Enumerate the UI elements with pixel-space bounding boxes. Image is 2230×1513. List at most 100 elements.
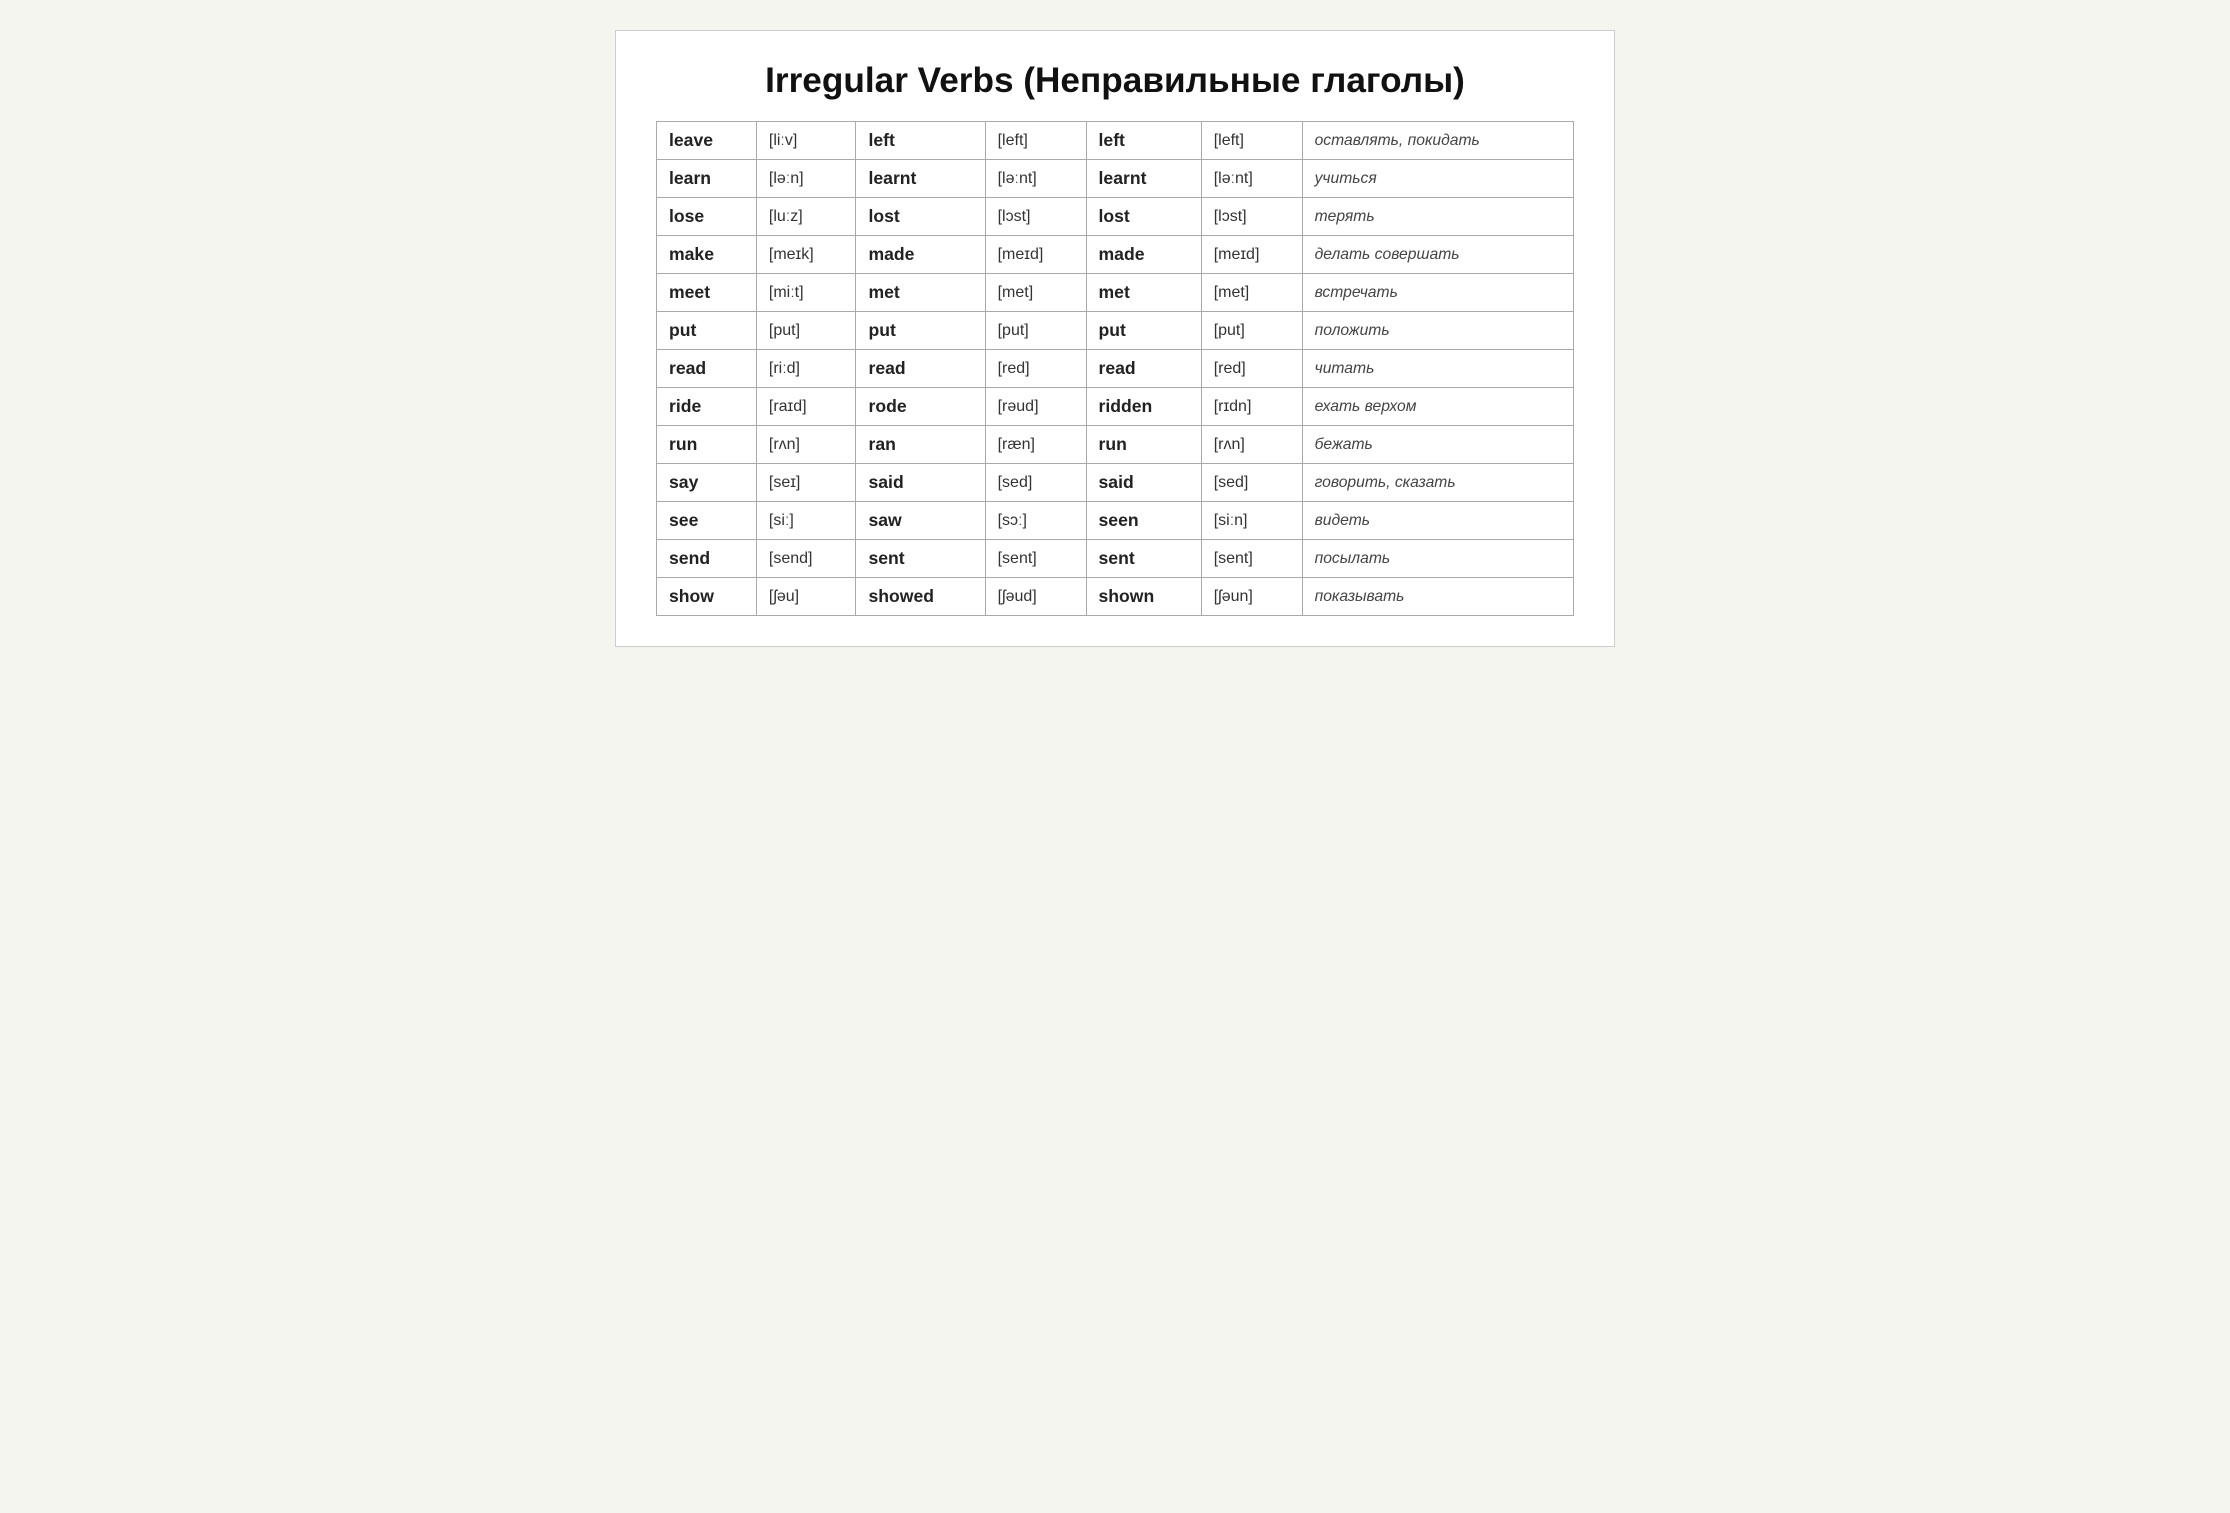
past-simple: showed [856, 578, 985, 616]
past-participle-phonetic: [red] [1201, 350, 1302, 388]
translation: показывать [1302, 578, 1573, 616]
past-simple-phonetic: [left] [985, 122, 1086, 160]
base-phonetic: [send] [756, 540, 856, 578]
translation: оставлять, покидать [1302, 122, 1573, 160]
page-title: Irregular Verbs (Неправильные глаголы) [656, 61, 1574, 101]
base-verb: see [657, 502, 757, 540]
past-participle: said [1086, 464, 1201, 502]
past-simple-phonetic: [ʃəud] [985, 578, 1086, 616]
past-simple: lost [856, 198, 985, 236]
past-simple-phonetic: [ləːnt] [985, 160, 1086, 198]
past-participle: made [1086, 236, 1201, 274]
base-phonetic: [riːd] [756, 350, 856, 388]
table-row: leave [liːv] left [left] left [left] ост… [657, 122, 1574, 160]
table-row: make [meɪk] made [meɪd] made [meɪd] дела… [657, 236, 1574, 274]
table-row: show [ʃəu] showed [ʃəud] shown [ʃəun] по… [657, 578, 1574, 616]
verbs-table: leave [liːv] left [left] left [left] ост… [656, 121, 1574, 616]
past-simple: met [856, 274, 985, 312]
table-row: send [send] sent [sent] sent [sent] посы… [657, 540, 1574, 578]
past-participle: learnt [1086, 160, 1201, 198]
past-participle-phonetic: [siːn] [1201, 502, 1302, 540]
translation: ехать верхом [1302, 388, 1573, 426]
base-phonetic: [raɪd] [756, 388, 856, 426]
table-row: ride [raɪd] rode [rəud] ridden [rɪdn] ех… [657, 388, 1574, 426]
past-simple: saw [856, 502, 985, 540]
base-phonetic: [siː] [756, 502, 856, 540]
past-simple-phonetic: [lɔst] [985, 198, 1086, 236]
past-participle: read [1086, 350, 1201, 388]
past-participle: put [1086, 312, 1201, 350]
past-simple-phonetic: [meɪd] [985, 236, 1086, 274]
base-phonetic: [miːt] [756, 274, 856, 312]
page-container: Irregular Verbs (Неправильные глаголы) l… [615, 30, 1615, 647]
past-simple: rode [856, 388, 985, 426]
base-verb: send [657, 540, 757, 578]
past-simple: said [856, 464, 985, 502]
past-participle-phonetic: [met] [1201, 274, 1302, 312]
table-row: learn [ləːn] learnt [ləːnt] learnt [ləːn… [657, 160, 1574, 198]
table-row: see [siː] saw [sɔː] seen [siːn] видеть [657, 502, 1574, 540]
base-phonetic: [ʃəu] [756, 578, 856, 616]
past-simple: learnt [856, 160, 985, 198]
past-participle: seen [1086, 502, 1201, 540]
past-simple: put [856, 312, 985, 350]
base-verb: learn [657, 160, 757, 198]
past-simple-phonetic: [ræn] [985, 426, 1086, 464]
translation: говорить, сказать [1302, 464, 1573, 502]
translation: бежать [1302, 426, 1573, 464]
past-participle-phonetic: [ʃəun] [1201, 578, 1302, 616]
past-participle: ridden [1086, 388, 1201, 426]
translation: терять [1302, 198, 1573, 236]
past-participle-phonetic: [meɪd] [1201, 236, 1302, 274]
base-verb: lose [657, 198, 757, 236]
translation: посылать [1302, 540, 1573, 578]
translation: делать совершать [1302, 236, 1573, 274]
past-participle-phonetic: [ləːnt] [1201, 160, 1302, 198]
base-verb: ride [657, 388, 757, 426]
past-participle-phonetic: [sed] [1201, 464, 1302, 502]
past-simple-phonetic: [sɔː] [985, 502, 1086, 540]
past-participle-phonetic: [rɪdn] [1201, 388, 1302, 426]
base-verb: meet [657, 274, 757, 312]
table-row: run [rʌn] ran [ræn] run [rʌn] бежать [657, 426, 1574, 464]
translation: встречать [1302, 274, 1573, 312]
past-participle: left [1086, 122, 1201, 160]
base-phonetic: [liːv] [756, 122, 856, 160]
past-simple: sent [856, 540, 985, 578]
past-participle: lost [1086, 198, 1201, 236]
past-simple-phonetic: [put] [985, 312, 1086, 350]
base-verb: make [657, 236, 757, 274]
translation: видеть [1302, 502, 1573, 540]
past-simple: left [856, 122, 985, 160]
translation: читать [1302, 350, 1573, 388]
translation: положить [1302, 312, 1573, 350]
past-participle-phonetic: [sent] [1201, 540, 1302, 578]
past-participle-phonetic: [left] [1201, 122, 1302, 160]
base-verb: show [657, 578, 757, 616]
base-verb: say [657, 464, 757, 502]
past-participle-phonetic: [put] [1201, 312, 1302, 350]
past-participle-phonetic: [rʌn] [1201, 426, 1302, 464]
past-participle-phonetic: [lɔst] [1201, 198, 1302, 236]
base-verb: read [657, 350, 757, 388]
past-simple: made [856, 236, 985, 274]
past-participle: run [1086, 426, 1201, 464]
base-phonetic: [seɪ] [756, 464, 856, 502]
translation: учиться [1302, 160, 1573, 198]
past-simple-phonetic: [sent] [985, 540, 1086, 578]
table-row: meet [miːt] met [met] met [met] встречат… [657, 274, 1574, 312]
table-row: lose [luːz] lost [lɔst] lost [lɔst] теря… [657, 198, 1574, 236]
base-verb: leave [657, 122, 757, 160]
past-simple-phonetic: [red] [985, 350, 1086, 388]
base-verb: put [657, 312, 757, 350]
past-simple-phonetic: [rəud] [985, 388, 1086, 426]
past-simple-phonetic: [sed] [985, 464, 1086, 502]
base-phonetic: [rʌn] [756, 426, 856, 464]
base-phonetic: [ləːn] [756, 160, 856, 198]
past-simple: read [856, 350, 985, 388]
past-simple: ran [856, 426, 985, 464]
past-simple-phonetic: [met] [985, 274, 1086, 312]
table-row: say [seɪ] said [sed] said [sed] говорить… [657, 464, 1574, 502]
past-participle: sent [1086, 540, 1201, 578]
base-phonetic: [put] [756, 312, 856, 350]
